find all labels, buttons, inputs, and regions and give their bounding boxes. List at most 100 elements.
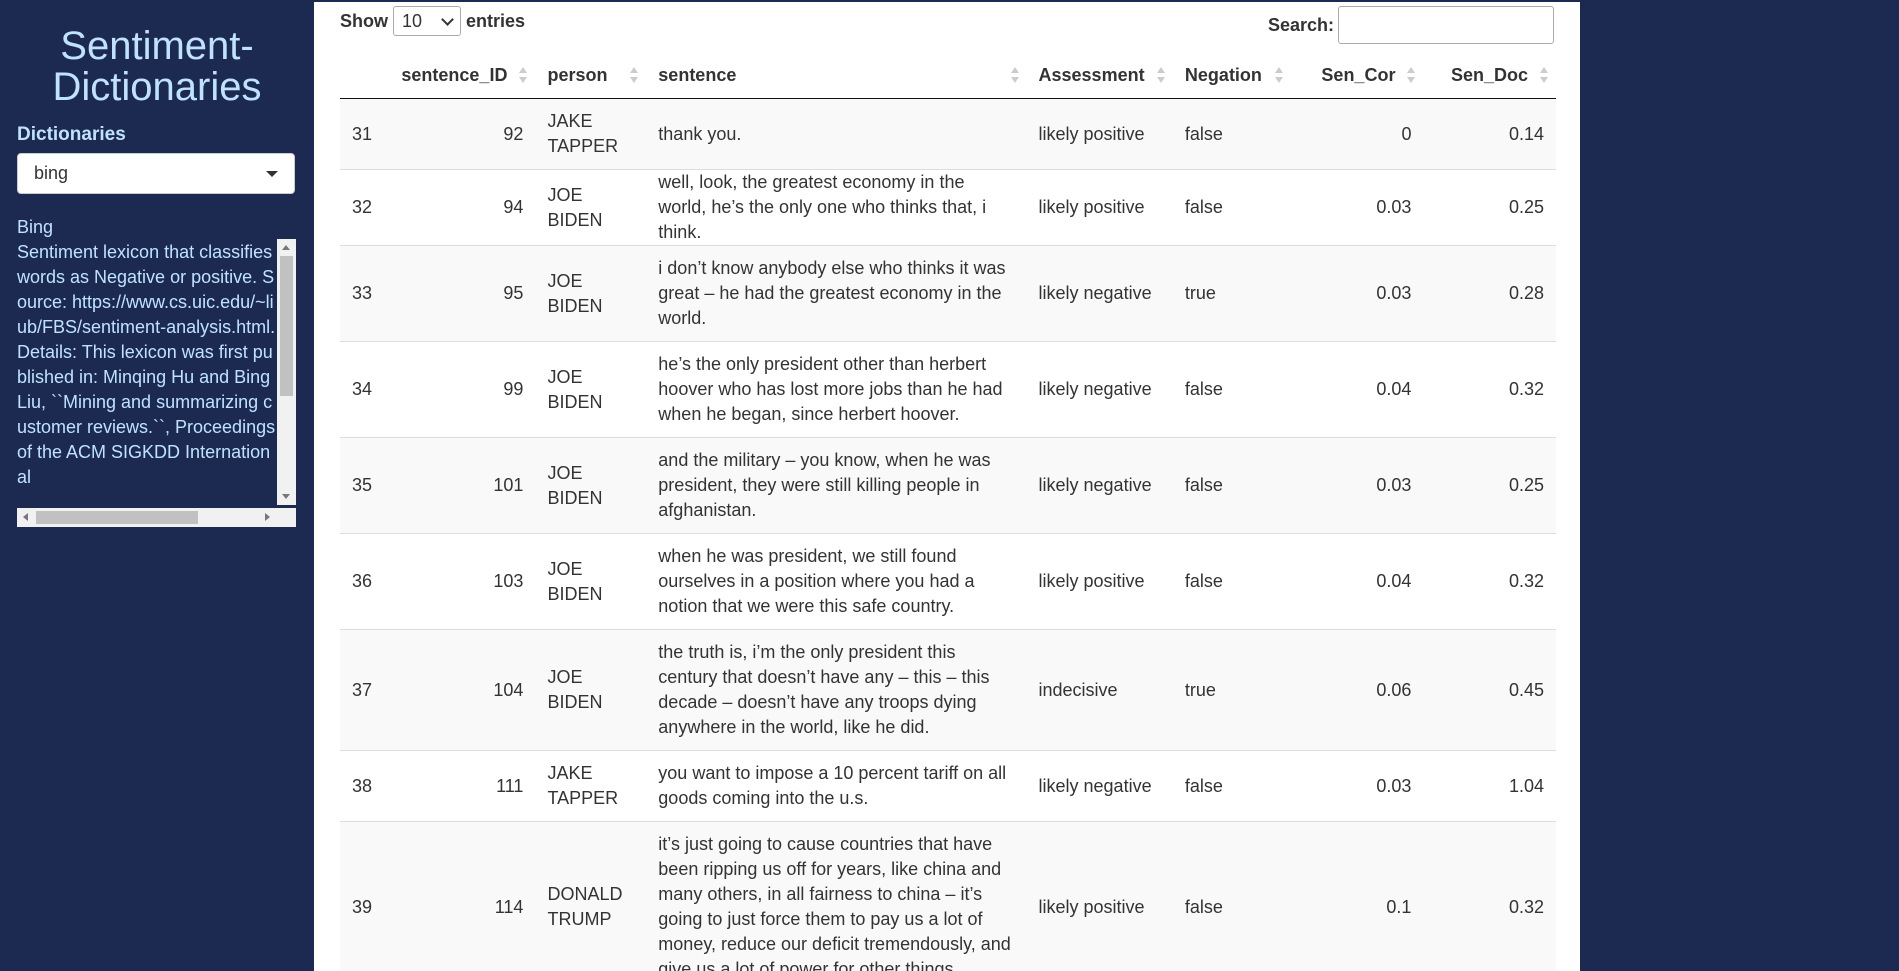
column-header-label: Negation: [1184, 64, 1262, 85]
entries-length-control: Show 10 entries: [340, 6, 525, 36]
scroll-left-icon[interactable]: [23, 513, 28, 521]
cell-person: JOE BIDEN: [535, 629, 647, 751]
cell-assessment: likely positive: [1026, 98, 1173, 170]
sidebar: Sentiment-Dictionaries Dictionaries bing…: [0, 0, 314, 971]
table-row[interactable]: 36 103 JOE BIDEN when he was president, …: [340, 533, 1556, 630]
search-control: Search:: [1268, 6, 1554, 44]
cell-assessment: indecisive: [1026, 629, 1173, 751]
cell-person: DONALD TRUMP: [535, 821, 647, 971]
table-row[interactable]: 35 101 JOE BIDEN and the military – you …: [340, 437, 1556, 534]
column-header-sentence[interactable]: sentence: [646, 52, 1027, 99]
sort-icon: [630, 67, 639, 83]
scroll-right-icon[interactable]: [265, 513, 270, 521]
results-table: sentence_ID person sentence Assessment N…: [340, 52, 1556, 971]
cell-negation: false: [1172, 98, 1292, 170]
cell-sen-cor: 0.03: [1291, 169, 1424, 246]
cell-sen-cor: 0.03: [1291, 750, 1424, 822]
table-row[interactable]: 31 92 JAKE TAPPER thank you. likely posi…: [340, 98, 1556, 170]
cell-index: 32: [340, 169, 386, 246]
cell-sen-cor: 0.03: [1291, 245, 1424, 342]
cell-sen-doc: 0.32: [1423, 533, 1556, 630]
column-header-person[interactable]: person: [535, 52, 647, 99]
sort-icon: [1540, 67, 1548, 83]
cell-sentence: you want to impose a 10 percent tariff o…: [646, 750, 1027, 822]
cell-negation: false: [1172, 169, 1292, 246]
sort-icon: [1010, 67, 1019, 83]
cell-negation: false: [1172, 821, 1292, 971]
cell-sen-cor: 0.03: [1291, 437, 1424, 534]
cell-negation: false: [1172, 533, 1292, 630]
cell-assessment: likely positive: [1026, 821, 1173, 971]
column-header-sen-cor[interactable]: Sen_Cor: [1291, 52, 1424, 99]
sort-icon: [1407, 67, 1416, 83]
table-row[interactable]: 37 104 JOE BIDEN the truth is, i’m the o…: [340, 629, 1556, 751]
cell-sentence-id: 95: [385, 245, 536, 342]
cell-sentence-id: 101: [385, 437, 536, 534]
dictionary-description-text: Bing Sentiment lexicon that classifies w…: [17, 217, 276, 487]
cell-sentence: when he was president, we still found ou…: [646, 533, 1027, 630]
cell-index: 33: [340, 245, 386, 342]
cell-sentence: the truth is, i’m the only president thi…: [646, 629, 1027, 751]
column-header-label: Sen_Doc: [1450, 64, 1528, 85]
cell-index: 35: [340, 437, 386, 534]
vertical-scroll-thumb[interactable]: [280, 256, 293, 396]
table-row[interactable]: 33 95 JOE BIDEN i don’t know anybody els…: [340, 245, 1556, 342]
chevron-down-icon: [441, 12, 454, 26]
column-header-index: [340, 52, 386, 99]
cell-person: JOE BIDEN: [535, 341, 647, 438]
horizontal-scroll-thumb[interactable]: [36, 511, 198, 524]
column-header-negation[interactable]: Negation: [1172, 52, 1292, 99]
dictionary-description-box[interactable]: Bing Sentiment lexicon that classifies w…: [17, 215, 296, 527]
cell-person: JOE BIDEN: [535, 533, 647, 630]
cell-sentence-id: 104: [385, 629, 536, 751]
table-row[interactable]: 38 111 JAKE TAPPER you want to impose a …: [340, 750, 1556, 822]
cell-sentence: he’s the only president other than herbe…: [646, 341, 1027, 438]
cell-sentence-id: 111: [385, 750, 536, 822]
cell-person: JAKE TAPPER: [535, 750, 647, 822]
cell-sen-doc: 1.04: [1423, 750, 1556, 822]
cell-negation: true: [1172, 245, 1292, 342]
column-header-label: sentence: [658, 64, 737, 85]
cell-assessment: likely negative: [1026, 437, 1173, 534]
entries-label: entries: [466, 10, 526, 31]
cell-sen-cor: 0: [1291, 98, 1424, 170]
cell-index: 34: [340, 341, 386, 438]
cell-index: 37: [340, 629, 386, 751]
cell-sentence-id: 94: [385, 169, 536, 246]
cell-sen-cor: 0.06: [1291, 629, 1424, 751]
entries-select[interactable]: 10: [393, 6, 461, 36]
cell-sen-cor: 0.04: [1291, 533, 1424, 630]
column-header-sentence-id[interactable]: sentence_ID: [385, 52, 536, 99]
cell-index: 39: [340, 821, 386, 971]
column-header-sen-doc[interactable]: Sen_Doc: [1423, 52, 1556, 99]
cell-sentence-id: 114: [385, 821, 536, 971]
search-input[interactable]: [1338, 6, 1554, 44]
table-header-row: sentence_ID person sentence Assessment N…: [340, 52, 1556, 99]
dictionary-select[interactable]: bing: [17, 153, 295, 194]
vertical-scrollbar[interactable]: [277, 239, 296, 505]
cell-sentence: well, look, the greatest economy in the …: [646, 169, 1027, 246]
cell-sentence-id: 103: [385, 533, 536, 630]
main-panel: Show 10 entries Search: sentence_ID pers…: [314, 0, 1580, 971]
column-header-assessment[interactable]: Assessment: [1026, 52, 1173, 99]
cell-assessment: likely positive: [1026, 169, 1173, 246]
cell-negation: true: [1172, 629, 1292, 751]
horizontal-scrollbar[interactable]: [17, 508, 296, 527]
cell-person: JAKE TAPPER: [535, 98, 647, 170]
column-header-label: person: [547, 64, 608, 85]
cell-sen-doc: 0.45: [1423, 629, 1556, 751]
table-row[interactable]: 34 99 JOE BIDEN he’s the only president …: [340, 341, 1556, 438]
cell-sentence: i don’t know anybody else who thinks it …: [646, 245, 1027, 342]
cell-person: JOE BIDEN: [535, 169, 647, 246]
table-row[interactable]: 39 114 DONALD TRUMP it’s just going to c…: [340, 821, 1556, 971]
table-controls: Show 10 entries Search:: [340, 6, 1554, 46]
cell-assessment: likely negative: [1026, 750, 1173, 822]
scroll-down-icon[interactable]: [282, 494, 290, 499]
table-row[interactable]: 32 94 JOE BIDEN well, look, the greatest…: [340, 169, 1556, 246]
cell-sentence-id: 99: [385, 341, 536, 438]
cell-sen-doc: 0.25: [1423, 437, 1556, 534]
cell-sentence: it’s just going to cause countries that …: [646, 821, 1027, 971]
scroll-up-icon[interactable]: [282, 245, 290, 250]
dictionaries-label: Dictionaries: [17, 124, 126, 145]
search-label: Search:: [1267, 14, 1334, 35]
